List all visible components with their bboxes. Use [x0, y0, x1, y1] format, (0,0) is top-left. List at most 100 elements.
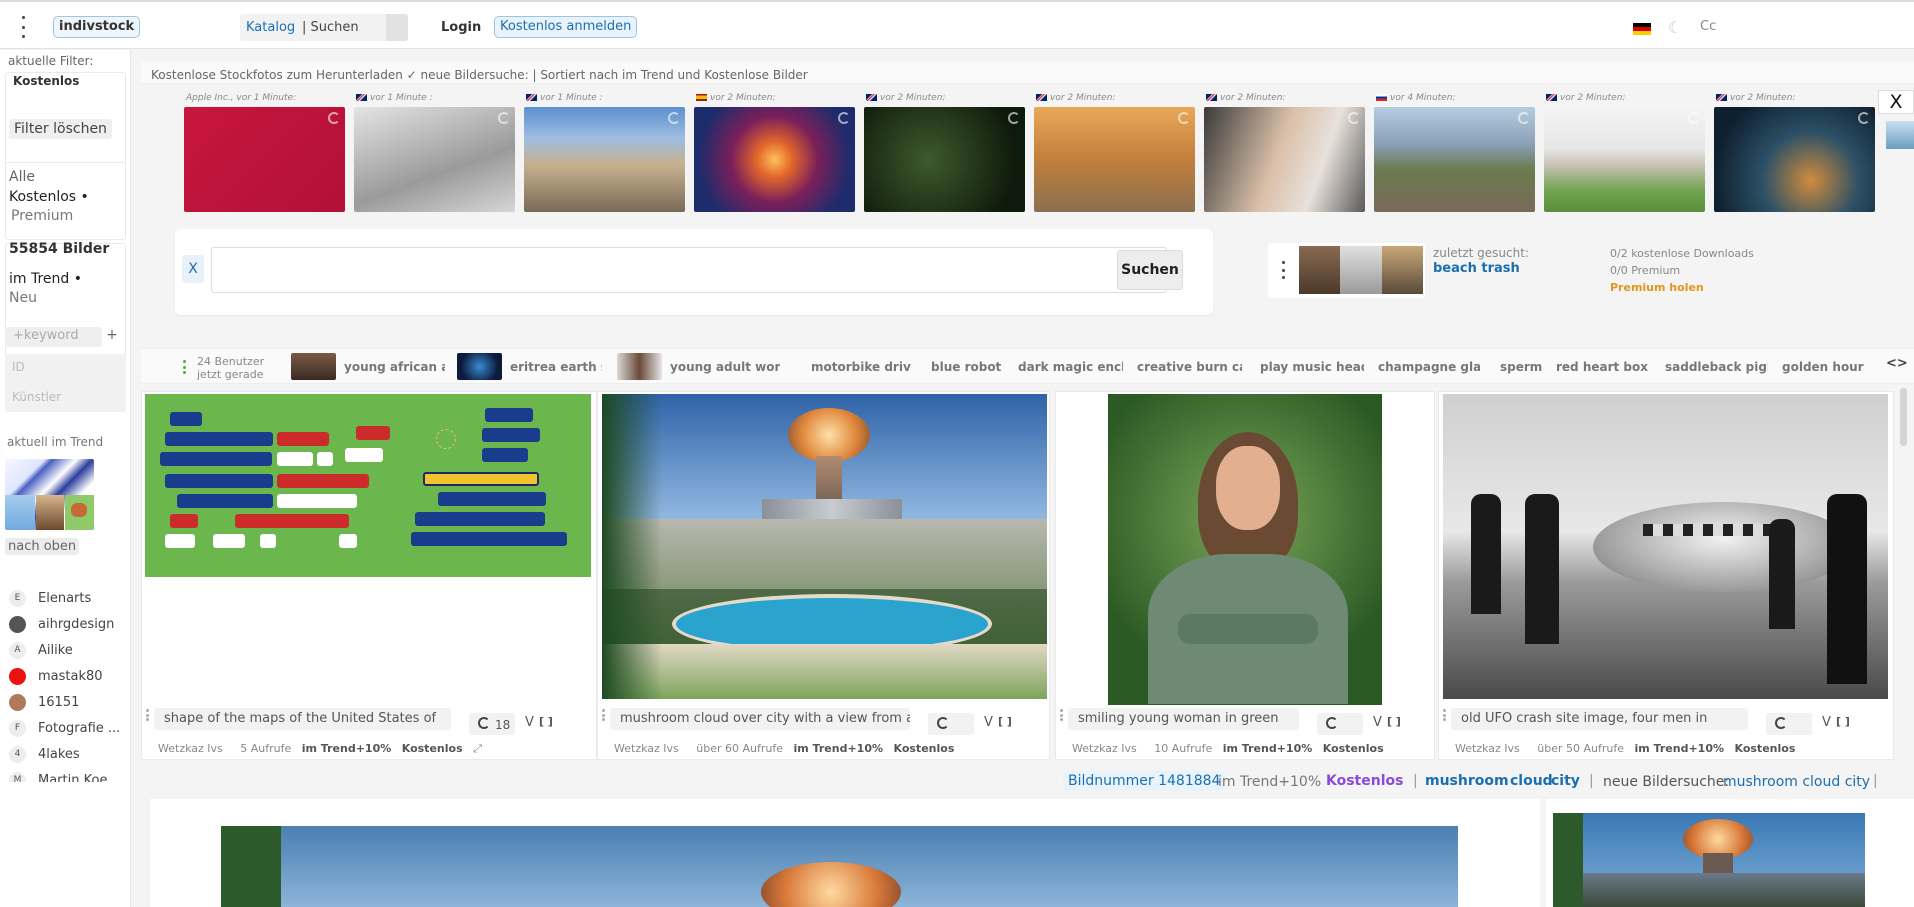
- catalog-link[interactable]: Katalog: [246, 20, 295, 35]
- logo[interactable]: indivstock: [53, 16, 141, 38]
- detail-keyword-link[interactable]: city: [1551, 773, 1580, 789]
- refresh-icon[interactable]: [498, 112, 510, 124]
- recent-thumbnail[interactable]: [524, 107, 685, 212]
- refresh-icon[interactable]: [1518, 112, 1530, 124]
- image-card[interactable]: smiling young woman in green V [ ] Wetzkaz …: [1055, 391, 1435, 760]
- recent-image[interactable]: vor 1 Minute :: [354, 86, 515, 214]
- recent-image[interactable]: vor 2 Minuten:: [1034, 86, 1195, 214]
- card-author[interactable]: Wetzkaz Ivs: [1072, 742, 1137, 755]
- sort-trend[interactable]: im Trend •: [9, 271, 82, 287]
- artist-item[interactable]: mastak80: [0, 663, 131, 689]
- card-title[interactable]: smiling young woman in green: [1068, 708, 1299, 730]
- new-search-link[interactable]: mushroom cloud city: [1723, 774, 1870, 790]
- vote-button[interactable]: V: [525, 715, 534, 730]
- artist-item[interactable]: A Ailike: [0, 637, 131, 663]
- keyword-input[interactable]: +keyword: [5, 327, 102, 347]
- recent-thumbnail[interactable]: [1544, 107, 1705, 212]
- recent-image[interactable]: vor 2 Minuten:: [1204, 86, 1365, 214]
- card-author[interactable]: Wetzkaz Ivs: [614, 742, 679, 755]
- recent-search-menu-icon[interactable]: [1280, 261, 1286, 279]
- refresh-icon[interactable]: [1348, 112, 1360, 124]
- card-menu-icon[interactable]: [146, 709, 149, 721]
- refresh-icon[interactable]: [1008, 112, 1020, 124]
- recent-image[interactable]: vor 2 Minuten:: [864, 86, 1025, 214]
- refresh-icon[interactable]: [328, 112, 340, 124]
- filter-clear-button[interactable]: Filter löschen: [9, 119, 112, 139]
- search-clear-button[interactable]: X: [182, 255, 204, 283]
- strip-close-button[interactable]: X: [1878, 90, 1914, 114]
- refresh-button[interactable]: [1317, 713, 1363, 735]
- sort-new[interactable]: Neu: [9, 290, 37, 306]
- to-top-button[interactable]: nach oben: [5, 538, 80, 555]
- vote-button[interactable]: V: [1822, 715, 1831, 730]
- search-input[interactable]: [211, 247, 1167, 293]
- id-input[interactable]: ID: [12, 360, 25, 374]
- card-menu-icon[interactable]: [602, 709, 605, 721]
- recent-search-thumbs[interactable]: [1299, 246, 1423, 294]
- keyword-chip[interactable]: golden hour: [1782, 353, 1865, 380]
- fullscreen-icon[interactable]: [ ]: [1836, 715, 1850, 728]
- recent-thumbnail[interactable]: [864, 107, 1025, 212]
- detail-keyword-link[interactable]: cloud: [1510, 773, 1553, 789]
- recent-thumbnail[interactable]: [1374, 107, 1535, 212]
- artist-item[interactable]: F Fotografie ...: [0, 715, 131, 741]
- refresh-icon[interactable]: [1858, 112, 1870, 124]
- recent-image[interactable]: vor 2 Minuten:: [1714, 86, 1875, 214]
- fullscreen-icon[interactable]: [ ]: [539, 715, 553, 728]
- cc-toggle[interactable]: Cc: [1700, 19, 1716, 34]
- recent-thumbnail[interactable]: [1714, 107, 1875, 212]
- image-card[interactable]: mushroom cloud over city with a view fro…: [597, 391, 1050, 760]
- get-premium-link[interactable]: Premium holen: [1610, 281, 1704, 294]
- recent-thumb-partial[interactable]: [1886, 121, 1914, 149]
- keyword-chip[interactable]: champagne glas: [1378, 353, 1480, 380]
- refresh-button[interactable]: 18: [469, 713, 515, 735]
- artist-item[interactable]: aihrgdesign: [0, 611, 131, 637]
- recent-image[interactable]: vor 2 Minuten:: [1544, 86, 1705, 214]
- detail-image[interactable]: [221, 826, 1458, 907]
- recent-thumbnail[interactable]: [184, 107, 345, 212]
- recent-thumbnail[interactable]: [1034, 107, 1195, 212]
- card-title[interactable]: old UFO crash site image, four men in: [1451, 708, 1748, 730]
- keyword-chip[interactable]: motorbike drive: [811, 353, 911, 380]
- search-toggle[interactable]: [386, 14, 408, 41]
- fullscreen-icon[interactable]: [ ]: [998, 715, 1012, 728]
- search-button[interactable]: Suchen: [1117, 250, 1183, 290]
- signup-button[interactable]: Kostenlos anmelden: [494, 16, 638, 38]
- type-all[interactable]: Alle: [9, 169, 35, 185]
- keyword-chip[interactable]: play music head: [1260, 353, 1364, 380]
- related-image[interactable]: [1553, 813, 1865, 907]
- keyword-chip[interactable]: young african ar: [291, 353, 445, 380]
- vote-button[interactable]: V: [984, 715, 993, 730]
- card-author[interactable]: Wetzkaz Ivs: [158, 742, 223, 755]
- refresh-icon[interactable]: [1688, 112, 1700, 124]
- card-menu-icon[interactable]: [1060, 709, 1063, 721]
- recent-image[interactable]: Apple Inc., vor 1 Minute:: [184, 86, 345, 214]
- scrollbar[interactable]: [1900, 388, 1907, 446]
- artist-item[interactable]: 4 4lakes: [0, 741, 131, 767]
- recent-thumbnail[interactable]: [354, 107, 515, 212]
- recent-image[interactable]: vor 1 Minute :: [524, 86, 685, 214]
- card-title[interactable]: mushroom cloud over city with a view fro…: [610, 708, 910, 730]
- keyword-chip[interactable]: saddleback pigle: [1665, 353, 1768, 380]
- keyword-chip[interactable]: creative burn ca: [1137, 353, 1242, 380]
- keyword-chip[interactable]: eritrea earth spa: [457, 353, 602, 380]
- menu-kebab-icon[interactable]: [17, 16, 29, 38]
- keyword-chip[interactable]: red heart box: [1556, 353, 1658, 380]
- vote-button[interactable]: V: [1373, 715, 1382, 730]
- expand-keywords-icon[interactable]: <>: [1886, 356, 1908, 371]
- card-image[interactable]: [1108, 394, 1382, 705]
- recent-image[interactable]: vor 2 Minuten:: [694, 86, 855, 214]
- keyword-chip[interactable]: sperm: [1500, 353, 1542, 380]
- keyword-chip[interactable]: dark magic ench: [1018, 353, 1123, 380]
- recent-search-link[interactable]: beach trash: [1433, 261, 1520, 276]
- refresh-button[interactable]: [928, 713, 974, 735]
- card-menu-icon[interactable]: [1443, 709, 1446, 721]
- card-image[interactable]: [1443, 394, 1888, 699]
- add-keyword-button[interactable]: +: [102, 327, 122, 347]
- artist-item[interactable]: 16151: [0, 689, 131, 715]
- flag-de-icon[interactable]: [1633, 23, 1651, 35]
- artist-item[interactable]: E Elenarts: [0, 585, 131, 611]
- image-card[interactable]: shape of the maps of the United States o…: [141, 391, 597, 760]
- card-author[interactable]: Wetzkaz Ivs: [1455, 742, 1520, 755]
- refresh-icon[interactable]: [1178, 112, 1190, 124]
